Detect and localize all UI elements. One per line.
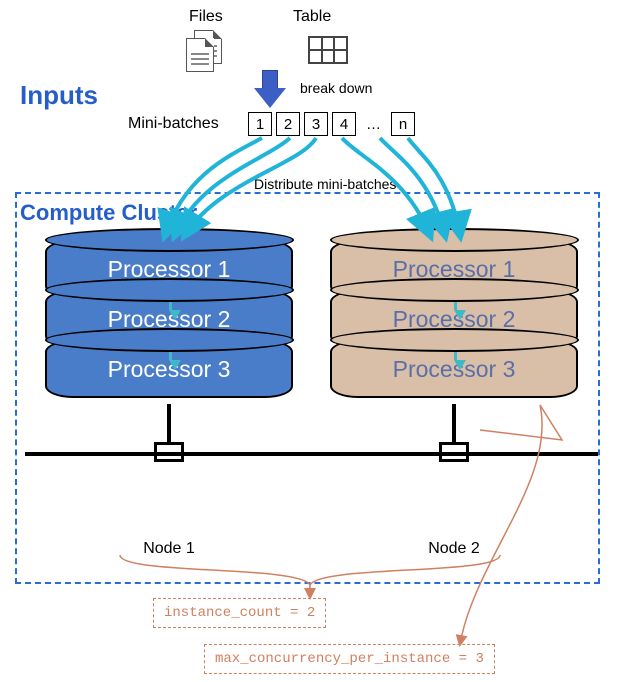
node-2: Processor 1 Processor 2 Processor 3 Node… bbox=[330, 230, 578, 558]
instance-count-annotation: instance_count = 2 bbox=[153, 598, 326, 628]
node-1: Processor 1 Processor 2 Processor 3 Node… bbox=[45, 230, 293, 558]
break-down-label: break down bbox=[300, 80, 372, 96]
section-inputs: Inputs bbox=[20, 80, 98, 111]
mini-batch-cell: 2 bbox=[276, 112, 300, 136]
max-concurrency-annotation: max_concurrency_per_instance = 3 bbox=[204, 644, 495, 674]
files-label: Files bbox=[189, 8, 223, 26]
node-label: Node 2 bbox=[330, 540, 578, 558]
mini-batches-label: Mini-batches bbox=[128, 115, 219, 133]
mini-batches-row: 1 2 3 4 … n bbox=[248, 112, 415, 136]
node-label: Node 1 bbox=[45, 540, 293, 558]
mini-batch-cell: 3 bbox=[304, 112, 328, 136]
table-icon bbox=[308, 36, 348, 64]
mini-batch-n: n bbox=[391, 112, 415, 136]
section-compute-cluster: Compute Cluster bbox=[20, 200, 203, 226]
mini-batch-cell: 4 bbox=[332, 112, 356, 136]
table-label: Table bbox=[293, 8, 331, 26]
node-stand-icon bbox=[45, 404, 293, 484]
files-icon bbox=[186, 30, 224, 72]
break-down-arrow-icon bbox=[254, 70, 286, 108]
mini-batch-ellipsis: … bbox=[360, 116, 387, 133]
distribute-label: Distribute mini-batches bbox=[254, 176, 396, 192]
node-stand-icon bbox=[330, 404, 578, 484]
mini-batch-cell: 1 bbox=[248, 112, 272, 136]
